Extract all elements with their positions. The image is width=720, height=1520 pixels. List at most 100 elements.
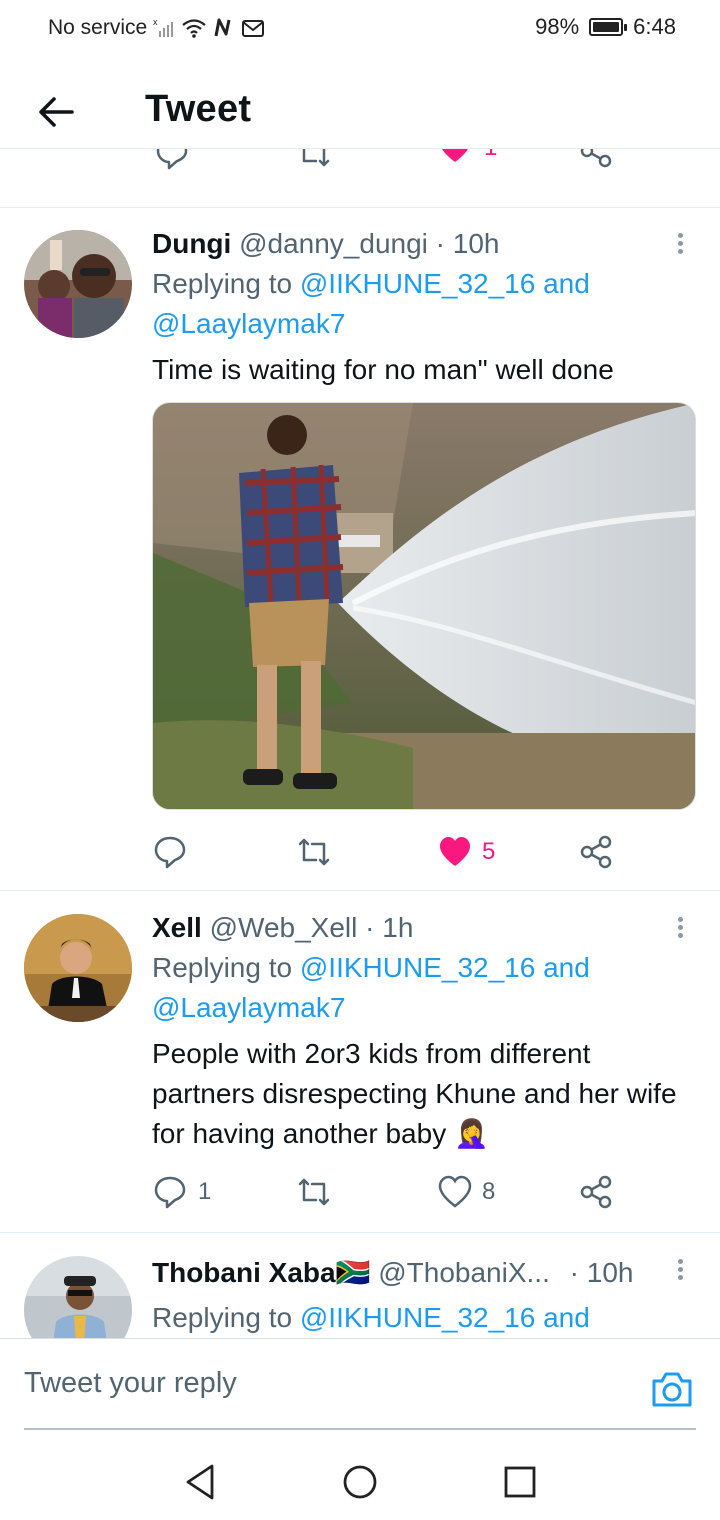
reply-action[interactable]: 1 — [152, 1170, 211, 1214]
tweet-card[interactable]: Xell @Web_Xell · 1h Replying to @IIKHUNE… — [0, 890, 720, 1233]
and-label: and — [543, 952, 590, 983]
heart-filled-icon — [442, 149, 468, 162]
replying-to: Replying to @IIKHUNE_32_16 and — [152, 1298, 682, 1338]
carrier-label: No service — [48, 16, 148, 39]
nav-back-button[interactable] — [178, 1460, 222, 1504]
share-icon — [580, 1175, 612, 1209]
avatar[interactable] — [24, 914, 132, 1022]
avatar[interactable] — [24, 1256, 132, 1338]
like-action[interactable]: 1 — [438, 149, 497, 165]
reply-icon — [154, 1176, 186, 1209]
like-count: 5 — [482, 838, 496, 865]
mention-link[interactable]: @Laaylaymak7 — [152, 992, 345, 1023]
retweet-action[interactable] — [296, 1170, 342, 1214]
recents-square-icon — [504, 1466, 536, 1498]
previous-tweet-actions: 1 — [0, 148, 720, 208]
like-count: 1 — [484, 149, 497, 162]
status-left: No service x — [48, 16, 265, 40]
display-name[interactable]: Xell — [152, 912, 202, 943]
wifi-icon — [182, 19, 206, 38]
mention-link[interactable]: @IIKHUNE_32_16 — [300, 1302, 535, 1333]
tweet-actions: 1 8 — [152, 1170, 632, 1214]
battery-fill — [593, 22, 619, 32]
separator-dot: · — [569, 1257, 579, 1288]
tweet-text: People with 2or3 kids from different par… — [152, 1038, 677, 1149]
share-icon — [580, 835, 612, 869]
reply-input[interactable] — [24, 1363, 624, 1403]
mention-link[interactable]: @IIKHUNE_32_16 — [300, 268, 535, 299]
reply-count: 1 — [198, 1178, 212, 1205]
battery-percent: 98% — [535, 14, 580, 39]
retweet-action[interactable] — [296, 830, 342, 874]
home-circle-icon — [343, 1465, 377, 1499]
separator-dot: · — [365, 912, 375, 943]
retweet-icon[interactable] — [296, 148, 332, 171]
clock: 6:48 — [633, 14, 676, 39]
replying-to-label: Replying to — [152, 952, 293, 983]
heart-outline-icon — [438, 1175, 472, 1208]
replying-to-label: Replying to — [152, 268, 293, 299]
avatar-image — [24, 1256, 132, 1338]
retweet-icon — [298, 838, 330, 866]
share-action[interactable] — [578, 1170, 614, 1214]
battery-icon — [589, 18, 628, 36]
tweet-header: Thobani Xaba🇿🇦 @ThobaniX... · 10h — [152, 1256, 633, 1289]
signal-icon: x — [153, 17, 174, 37]
reply-icon — [154, 836, 186, 869]
retweet-icon — [298, 1178, 330, 1206]
and-label: and — [543, 1302, 590, 1333]
like-action[interactable]: 5 — [438, 830, 495, 874]
timestamp[interactable]: 1h — [382, 912, 413, 943]
share-action[interactable] — [578, 830, 614, 874]
gmail-icon — [242, 20, 265, 37]
tweet-actions: 5 — [152, 830, 632, 874]
mention-link[interactable]: @Laaylaymak7 — [152, 308, 345, 339]
tweet-card[interactable]: Dungi @danny_dungi · 10h Replying to @II… — [0, 206, 720, 891]
compose-divider — [24, 1428, 696, 1430]
user-handle[interactable]: @Web_Xell — [210, 912, 358, 943]
timestamp[interactable]: 10h — [587, 1257, 634, 1288]
nav-home-button[interactable] — [338, 1460, 382, 1504]
tweet-card[interactable]: Thobani Xaba🇿🇦 @ThobaniX... · 10h Replyi… — [0, 1232, 720, 1338]
avatar-image — [24, 914, 132, 1022]
status-right: 98% 6:48 — [535, 14, 676, 40]
more-options-button[interactable] — [672, 914, 688, 944]
share-icon[interactable] — [578, 148, 614, 169]
avatar-image — [24, 230, 132, 338]
more-options-button[interactable] — [672, 230, 688, 260]
display-name[interactable]: Thobani Xaba — [152, 1257, 336, 1288]
user-handle[interactable]: @ThobaniX... — [378, 1257, 550, 1288]
mention-link[interactable]: @IIKHUNE_32_16 — [300, 952, 535, 983]
replying-to: Replying to @IIKHUNE_32_16 and @Laaylaym… — [152, 948, 682, 1028]
top-app-bar: Tweet — [0, 70, 720, 150]
camera-button[interactable] — [650, 1369, 694, 1409]
and-label: and — [543, 268, 590, 299]
nav-recents-button[interactable] — [498, 1460, 542, 1504]
timestamp[interactable]: 10h — [453, 228, 500, 259]
avatar[interactable] — [24, 230, 132, 338]
reply-icon[interactable] — [154, 148, 190, 171]
like-action[interactable]: 8 — [438, 1170, 495, 1214]
svg-text:x: x — [153, 17, 158, 27]
status-bar: No service x 98% 6:48 — [0, 0, 720, 56]
tweet-text: Time is waiting for no man" well done — [152, 354, 614, 385]
more-options-button[interactable] — [672, 1256, 688, 1286]
replying-to: Replying to @IIKHUNE_32_16 and @Laaylaym… — [152, 264, 682, 344]
camera-icon — [652, 1372, 692, 1407]
reply-compose-bar — [0, 1338, 720, 1431]
display-name[interactable]: Dungi — [152, 228, 231, 259]
page-title: Tweet — [145, 88, 252, 130]
reply-action[interactable] — [152, 830, 198, 874]
system-nav-bar — [0, 1440, 720, 1520]
back-button[interactable] — [34, 90, 78, 134]
photo-man-waterfall — [153, 403, 695, 809]
back-arrow-icon — [39, 97, 74, 127]
heart-filled-icon — [440, 837, 470, 866]
like-count: 8 — [482, 1178, 496, 1205]
flag-emoji: 🇿🇦 — [335, 1257, 371, 1288]
tweet-media-image[interactable] — [152, 402, 696, 810]
replying-to-label: Replying to — [152, 1302, 293, 1333]
user-handle[interactable]: @danny_dungi — [239, 228, 428, 259]
nfc-icon — [214, 18, 231, 37]
separator-dot: · — [435, 228, 445, 259]
